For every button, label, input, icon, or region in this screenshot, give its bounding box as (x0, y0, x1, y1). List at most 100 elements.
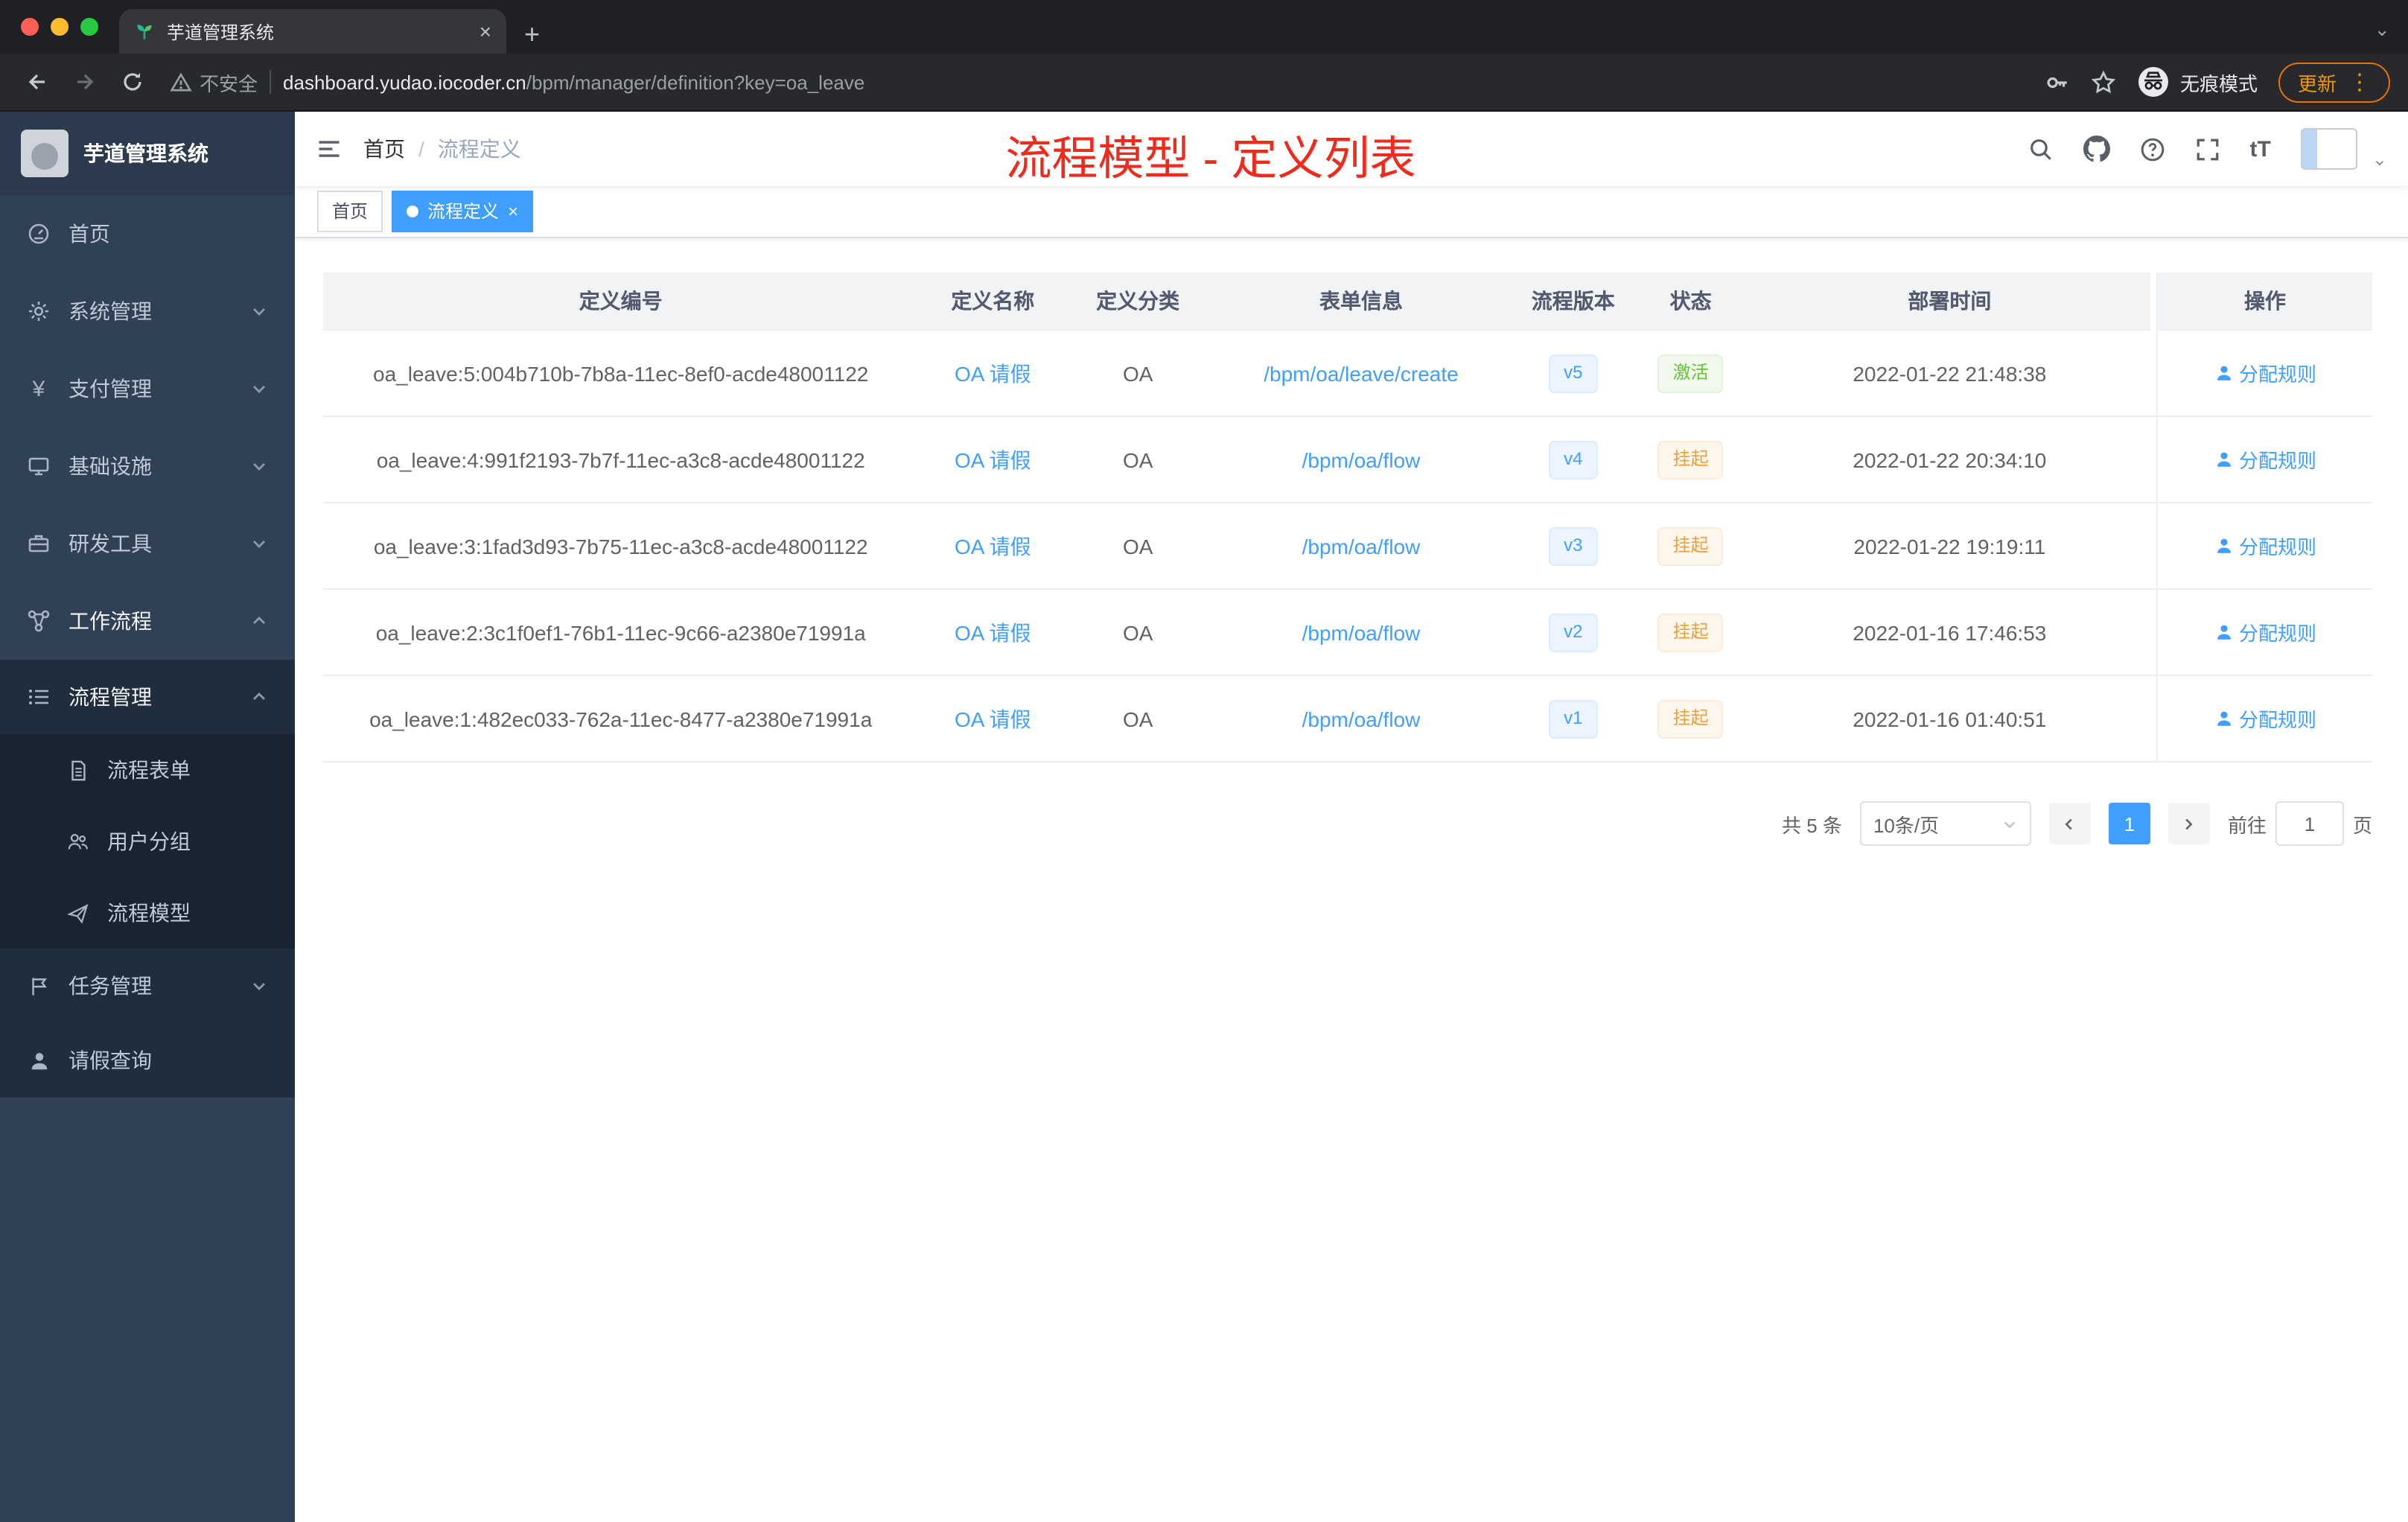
column-header: 操作 (2156, 273, 2372, 331)
table-header-row: 定义编号 定义名称 定义分类 表单信息 流程版本 状态 部署时间 操作 (323, 273, 2372, 331)
chevron-left-icon (2065, 818, 2073, 830)
avatar-caret-icon[interactable]: ⌄ (2372, 149, 2387, 170)
definition-name-link[interactable]: OA 请假 (955, 358, 1031, 388)
column-header: 部署时间 (1748, 273, 2151, 331)
breadcrumb-home[interactable]: 首页 (363, 134, 405, 164)
form-info-link[interactable]: /bpm/oa/flow (1302, 707, 1421, 730)
fullscreen-icon[interactable] (2195, 136, 2220, 162)
sidebar-item-leave-query[interactable]: 请假查询 (0, 1023, 295, 1098)
sidebar-item-label: 首页 (69, 222, 110, 246)
update-button[interactable]: 更新 ⋮ (2278, 62, 2390, 102)
sidebar-item-devtools[interactable]: 研发工具 (0, 505, 295, 582)
url-host: dashboard.yudao.iocoder.cn (283, 71, 526, 93)
sidebar-item-workflow[interactable]: 工作流程 (0, 582, 295, 660)
sidebar-logo[interactable]: 芋道管理系统 (0, 112, 295, 195)
assign-rule-label: 分配规则 (2239, 536, 2317, 558)
sidebar-item-label: 流程模型 (107, 901, 191, 925)
security-warning[interactable]: 不安全 (170, 68, 258, 96)
sidebar-item-process-mgmt[interactable]: 流程管理 (0, 660, 295, 734)
toolbox-icon (27, 532, 51, 555)
form-info-link[interactable]: /bpm/oa/flow (1302, 534, 1421, 558)
sidebar-item-task-mgmt[interactable]: 任务管理 (0, 949, 295, 1023)
assign-rule-button[interactable]: 分配规则 (2214, 532, 2316, 560)
chevron-down-icon (250, 535, 268, 553)
assign-rule-label: 分配规则 (2239, 450, 2317, 472)
sidebar-item-system[interactable]: 系统管理 (0, 273, 295, 350)
assign-rule-button[interactable]: 分配规则 (2214, 618, 2316, 646)
incognito-icon (2138, 67, 2168, 97)
page-size-value: 10条/页 (1873, 814, 1940, 836)
tag-close-icon[interactable]: × (508, 203, 518, 220)
assign-rule-button[interactable]: 分配规则 (2214, 445, 2316, 474)
tab-close-icon[interactable]: × (480, 21, 491, 42)
column-header: 流程版本 (1513, 273, 1633, 331)
sidebar-toggle-icon[interactable] (316, 136, 343, 162)
pagination: 共 5 条 10条/页 1 前往 页 (323, 801, 2372, 846)
chevron-down-icon (250, 977, 268, 995)
tab-search-icon[interactable]: ⌄ (2374, 18, 2390, 42)
password-key-icon[interactable] (2045, 69, 2070, 95)
sidebar-item-process-model[interactable]: 流程模型 (0, 877, 295, 949)
window-zoom-button[interactable] (80, 18, 98, 36)
breadcrumb-separator: / (418, 137, 424, 161)
sidebar-menu: 首页 系统管理 ¥ 支付管理 基础设施 研发工具 工作流程 流程管理 流程表单 … (0, 195, 295, 1522)
tag-home[interactable]: 首页 (317, 191, 383, 232)
cell-deploy-time: 2022-01-22 21:48:38 (1748, 331, 2151, 417)
sidebar-item-user-group[interactable]: 用户分组 (0, 806, 295, 877)
page-content: 定义编号 定义名称 定义分类 表单信息 流程版本 状态 部署时间 操作 oa_l… (295, 238, 2408, 1522)
font-size-icon[interactable]: tT (2250, 136, 2271, 162)
new-tab-button[interactable]: + (524, 21, 540, 48)
avatar[interactable] (2300, 128, 2357, 170)
browser-menu-icon[interactable]: ⋮ (2348, 69, 2371, 95)
definition-name-link[interactable]: OA 请假 (955, 617, 1031, 647)
sidebar-item-process-form[interactable]: 流程表单 (0, 734, 295, 806)
window-close-button[interactable] (21, 18, 39, 36)
window-controls (0, 0, 119, 54)
sidebar-item-home[interactable]: 首页 (0, 195, 295, 273)
url-text: dashboard.yudao.iocoder.cn/bpm/manager/d… (283, 71, 864, 93)
address-separator (270, 70, 272, 94)
users-icon (66, 830, 89, 853)
form-info-link[interactable]: /bpm/oa/leave/create (1264, 361, 1459, 385)
forward-button[interactable] (66, 63, 104, 101)
form-info-link[interactable]: /bpm/oa/flow (1302, 448, 1421, 471)
browser-tab[interactable]: 芋道管理系统 × (119, 9, 506, 54)
assign-rule-button[interactable]: 分配规则 (2214, 704, 2316, 733)
sidebar-item-label: 请假查询 (69, 1048, 152, 1072)
status-badge: 挂起 (1657, 613, 1724, 652)
version-badge: v5 (1549, 354, 1598, 392)
bookmark-star-icon[interactable] (2091, 69, 2116, 95)
github-icon[interactable] (2083, 136, 2110, 162)
column-header: 表单信息 (1208, 273, 1514, 331)
cell-category: OA (1067, 676, 1209, 762)
cell-deploy-time: 2022-01-22 20:34:10 (1748, 417, 2151, 503)
help-icon[interactable] (2140, 136, 2165, 162)
address-bar[interactable]: 不安全 dashboard.yudao.iocoder.cn/bpm/manag… (170, 68, 2036, 96)
definition-name-link[interactable]: OA 请假 (955, 531, 1031, 561)
definition-name-link[interactable]: OA 请假 (955, 704, 1031, 733)
back-button[interactable] (18, 63, 57, 101)
sidebar-item-payment[interactable]: ¥ 支付管理 (0, 350, 295, 427)
form-info-link[interactable]: /bpm/oa/flow (1302, 620, 1421, 644)
goto-page-input[interactable] (2275, 801, 2344, 846)
fixed-column-gap (2150, 590, 2157, 676)
current-page-button[interactable]: 1 (2108, 803, 2150, 844)
page-size-select[interactable]: 10条/页 (1859, 801, 2031, 846)
goto-label: 前往 (2227, 814, 2267, 836)
url-path: /bpm/manager/definition?key=oa_leave (526, 71, 865, 93)
next-page-button[interactable] (2167, 803, 2210, 844)
chevron-up-icon (250, 612, 268, 630)
tag-process-definition[interactable]: 流程定义 × (392, 191, 534, 232)
chevron-down-icon (250, 302, 268, 320)
sidebar-item-infra[interactable]: 基础设施 (0, 427, 295, 505)
cell-category: OA (1067, 417, 1209, 503)
table-row: oa_leave:5:004b710b-7b8a-11ec-8ef0-acde4… (323, 331, 2372, 417)
user-icon (2217, 366, 2230, 380)
page-annotation: 流程模型 - 定义列表 (1005, 133, 1416, 185)
search-icon[interactable] (2028, 136, 2054, 162)
reload-button[interactable] (113, 63, 152, 101)
window-minimize-button[interactable] (51, 18, 69, 36)
definition-name-link[interactable]: OA 请假 (955, 445, 1031, 474)
prev-page-button[interactable] (2048, 803, 2091, 844)
assign-rule-button[interactable]: 分配规则 (2214, 359, 2316, 387)
